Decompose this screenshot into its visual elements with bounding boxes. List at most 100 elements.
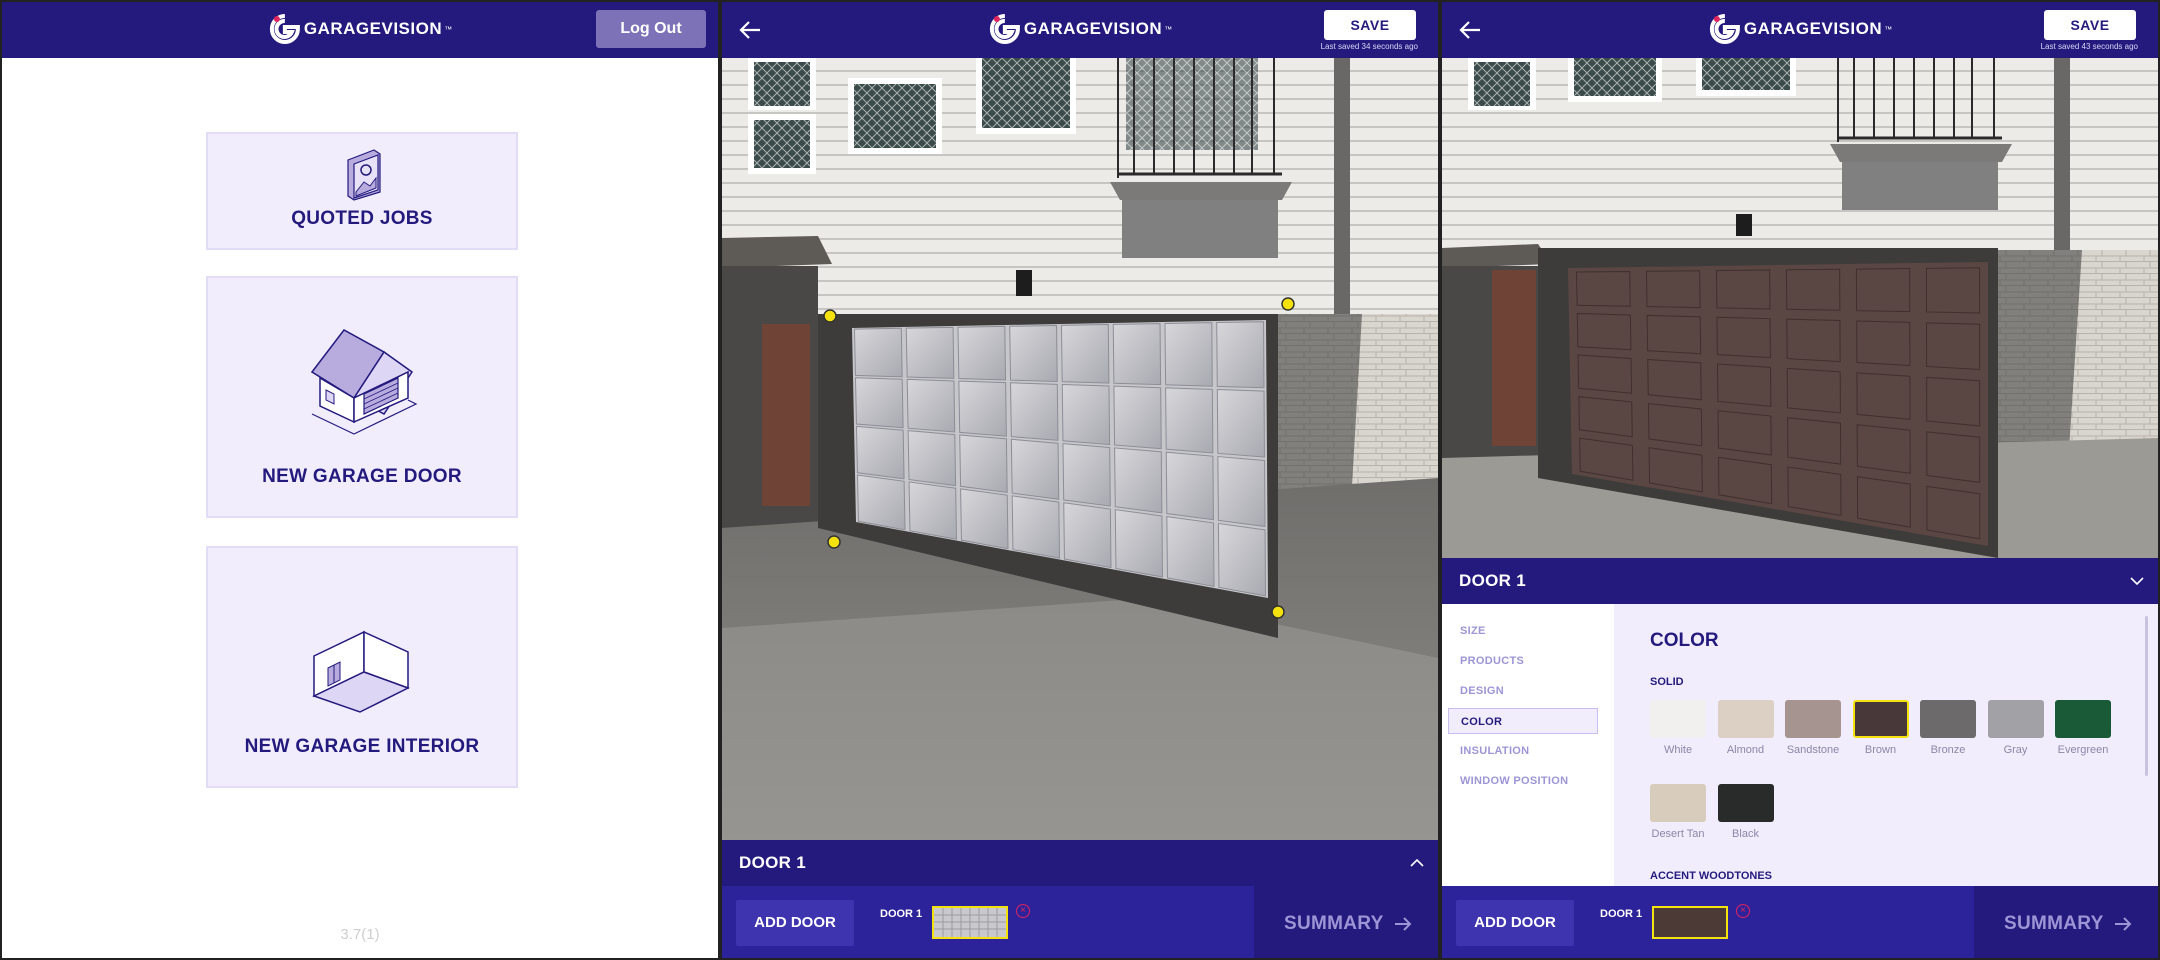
door-panel bbox=[1061, 383, 1111, 446]
quoted-jobs-label: QUOTED JOBS bbox=[291, 208, 433, 229]
corner-handle[interactable] bbox=[823, 309, 837, 323]
color-swatch-brown[interactable] bbox=[1852, 700, 1909, 738]
door-panel bbox=[1011, 495, 1061, 559]
door-panel bbox=[1060, 324, 1110, 384]
chevron-down-icon[interactable] bbox=[2126, 558, 2148, 604]
color-swatch-bronze[interactable] bbox=[1920, 700, 1976, 738]
summary-label: SUMMARY bbox=[2004, 913, 2104, 934]
door-panel bbox=[1164, 322, 1213, 387]
save-button[interactable]: SAVE bbox=[1324, 10, 1416, 40]
door-panel bbox=[855, 425, 905, 480]
door-panel bbox=[907, 430, 957, 487]
brand-tm: ™ bbox=[1884, 24, 1893, 34]
color-options: COLOR SOLID White Almond Sandstone Brown Bro… bbox=[1614, 604, 2158, 886]
corner-handle[interactable] bbox=[1281, 297, 1295, 311]
new-garage-interior-label: NEW GARAGE INTERIOR bbox=[244, 736, 480, 757]
color-swatch-almond[interactable] bbox=[1717, 700, 1774, 738]
back-arrow-icon[interactable] bbox=[1456, 16, 1484, 44]
home-screen: GARAGEVISION ™ Log Out QUOTED JOBS NEW G… bbox=[0, 0, 720, 960]
door-panel bbox=[1165, 451, 1214, 521]
corner-handle[interactable] bbox=[827, 535, 841, 549]
brand-logo: GARAGEVISION ™ bbox=[988, 12, 1172, 46]
bottom-bar: ADD DOOR DOOR 1 × SUMMARY bbox=[1442, 886, 2158, 958]
color-swatch-sandstone[interactable] bbox=[1785, 700, 1841, 738]
save-button[interactable]: SAVE bbox=[2044, 10, 2136, 40]
nav-color[interactable]: COLOR bbox=[1448, 708, 1598, 734]
nav-design[interactable]: DESIGN bbox=[1448, 678, 1598, 704]
add-door-button[interactable]: ADD DOOR bbox=[1456, 900, 1574, 946]
color-section-title: COLOR bbox=[1650, 630, 1719, 651]
remove-door-button[interactable]: × bbox=[1016, 904, 1030, 918]
quoted-jobs-card[interactable]: QUOTED JOBS bbox=[206, 132, 518, 250]
color-swatch-evergreen[interactable] bbox=[2055, 700, 2111, 738]
door-panel bbox=[854, 377, 904, 429]
door-panel bbox=[958, 380, 1007, 437]
options-scrollbar[interactable] bbox=[2145, 616, 2148, 776]
door-options-panel: SIZE PRODUCTS DESIGN COLOR INSULATION WI… bbox=[1442, 604, 2158, 886]
summary-label: SUMMARY bbox=[1284, 913, 1384, 934]
solid-subheading: SOLID bbox=[1650, 676, 1684, 688]
door-color-screen: GARAGEVISION ™ SAVE Last saved 43 second… bbox=[1440, 0, 2160, 960]
new-garage-door-card[interactable]: NEW GARAGE DOOR bbox=[206, 276, 518, 518]
nav-size[interactable]: SIZE bbox=[1448, 618, 1598, 644]
door-panel bbox=[908, 481, 958, 540]
new-garage-interior-card[interactable]: NEW GARAGE INTERIOR bbox=[206, 546, 518, 788]
door-panel bbox=[1010, 382, 1059, 441]
summary-button[interactable]: SUMMARY bbox=[1974, 886, 2158, 958]
nav-window-position[interactable]: WINDOW POSITION bbox=[1448, 768, 1598, 794]
arrow-right-icon bbox=[2114, 917, 2132, 931]
color-swatch-black[interactable] bbox=[1717, 784, 1774, 822]
room-interior-icon bbox=[312, 630, 410, 713]
door-panel bbox=[1217, 456, 1266, 528]
door-section-bar[interactable]: DOOR 1 bbox=[722, 840, 1438, 886]
color-swatch-gray[interactable] bbox=[1987, 700, 2044, 738]
brand-logo: GARAGEVISION ™ bbox=[1708, 12, 1892, 46]
top-bar: GARAGEVISION ™ SAVE Last saved 34 second… bbox=[722, 2, 1438, 58]
bottom-bar: ADD DOOR DOOR 1 × SUMMARY bbox=[722, 886, 1438, 958]
logout-button[interactable]: Log Out bbox=[596, 10, 706, 48]
door-panel bbox=[905, 326, 955, 379]
nav-products[interactable]: PRODUCTS bbox=[1448, 648, 1598, 674]
logo-mark-icon bbox=[989, 14, 1020, 44]
garage-photo[interactable] bbox=[722, 58, 1438, 840]
door-panel bbox=[856, 474, 906, 531]
door-panel bbox=[960, 488, 1009, 550]
door-panel bbox=[1010, 438, 1060, 500]
door-chip-label: DOOR 1 bbox=[1600, 908, 1643, 920]
door-panel bbox=[1217, 522, 1267, 597]
back-arrow-icon[interactable] bbox=[736, 16, 764, 44]
door-panel bbox=[1216, 321, 1265, 389]
corner-handle[interactable] bbox=[1271, 605, 1285, 619]
new-garage-door-label: NEW GARAGE DOOR bbox=[262, 466, 462, 487]
door-section-label: DOOR 1 bbox=[739, 853, 806, 872]
garage-photo-render bbox=[722, 58, 1438, 840]
garage-photo[interactable] bbox=[1442, 58, 2158, 558]
door-thumbnail[interactable] bbox=[1652, 906, 1728, 939]
options-nav: SIZE PRODUCTS DESIGN COLOR INSULATION WI… bbox=[1442, 604, 1612, 886]
summary-button[interactable]: SUMMARY bbox=[1254, 886, 1438, 958]
color-swatch-desert-tan[interactable] bbox=[1650, 784, 1706, 822]
arrow-right-icon bbox=[1394, 917, 1412, 931]
add-door-button[interactable]: ADD DOOR bbox=[736, 900, 854, 946]
logo-mark-icon bbox=[1709, 14, 1740, 44]
door-panel bbox=[1216, 389, 1266, 458]
last-saved-note: Last saved 34 seconds ago bbox=[1320, 42, 1418, 51]
brand-name: GARAGEVISION bbox=[1023, 19, 1163, 38]
app-version: 3.7(1) bbox=[340, 926, 380, 943]
door-panel bbox=[1113, 385, 1162, 450]
chevron-up-icon[interactable] bbox=[1406, 840, 1428, 886]
remove-door-button[interactable]: × bbox=[1736, 904, 1750, 918]
door-section-bar[interactable]: DOOR 1 bbox=[1442, 558, 2158, 604]
door-panel bbox=[957, 325, 1007, 381]
door-thumbnail[interactable] bbox=[932, 906, 1008, 939]
door-panel bbox=[1166, 516, 1215, 588]
brand-name: GARAGEVISION bbox=[303, 19, 443, 38]
door-panel bbox=[1112, 323, 1162, 386]
color-swatch-white[interactable] bbox=[1650, 700, 1706, 738]
brand-name: GARAGEVISION bbox=[1743, 19, 1883, 38]
logo-mark-icon bbox=[269, 14, 300, 44]
photo-icon bbox=[347, 149, 381, 201]
top-bar: GARAGEVISION ™ SAVE Last saved 43 second… bbox=[1442, 2, 2158, 58]
color-swatch-label: Evergreen bbox=[2057, 744, 2109, 756]
nav-insulation[interactable]: INSULATION bbox=[1448, 738, 1598, 764]
